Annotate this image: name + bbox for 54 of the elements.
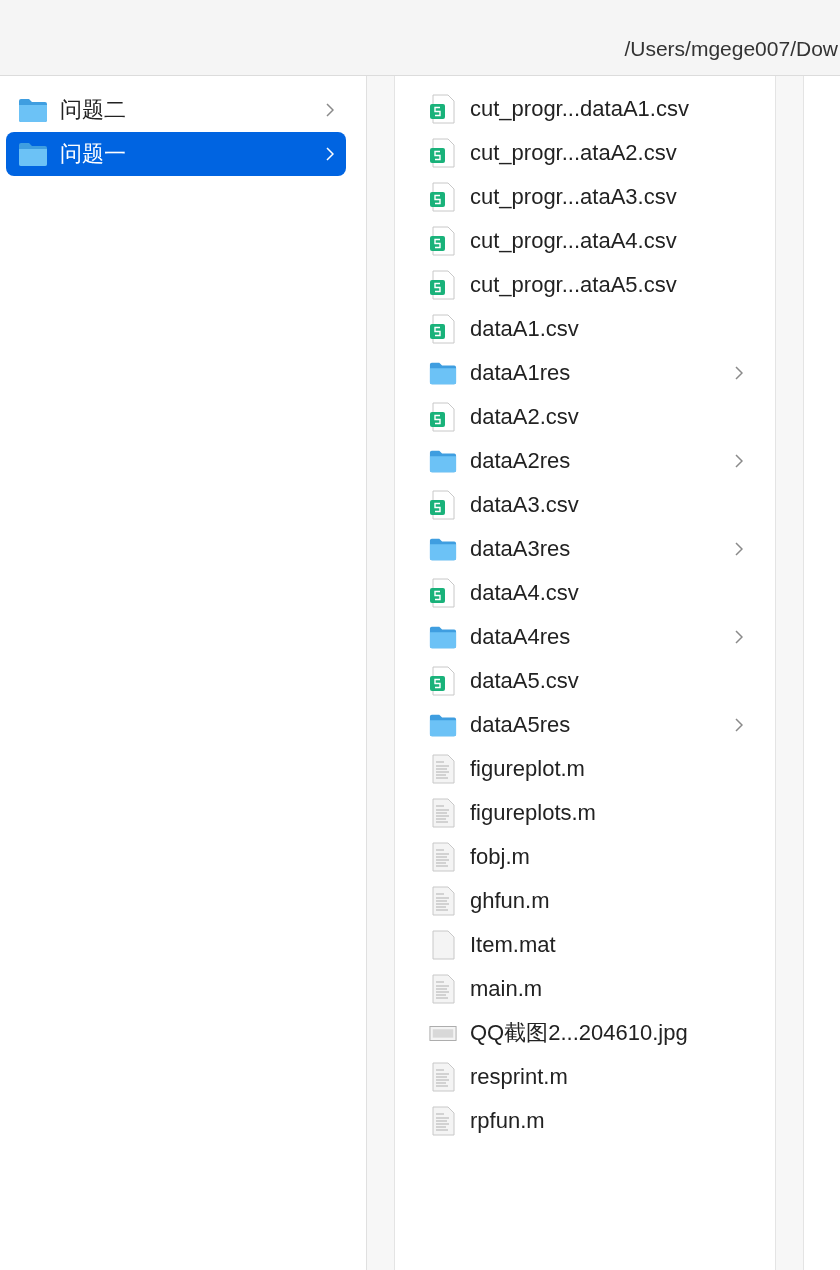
file-name[interactable]: figureplots.m (470, 800, 743, 826)
file-name[interactable]: dataA4res (470, 624, 735, 650)
file-name[interactable]: dataA1.csv (470, 316, 743, 342)
spreadsheet-file-icon (429, 490, 457, 520)
text-file-icon (429, 754, 457, 784)
text-file-icon (429, 974, 457, 1004)
file-name[interactable]: rpfun.m (470, 1108, 743, 1134)
chevron-icon (735, 718, 743, 732)
chevron-icon (735, 630, 743, 644)
file-name[interactable]: figureplot.m (470, 756, 743, 782)
folder-icon (18, 97, 48, 123)
folder-item[interactable]: 问题二 (6, 88, 346, 132)
spreadsheet-file-icon (429, 402, 457, 432)
spreadsheet-file-icon (429, 94, 457, 124)
file-name[interactable]: cut_progr...ataA5.csv (470, 272, 743, 298)
chevron-icon (735, 542, 743, 556)
file-name[interactable]: dataA2res (470, 448, 735, 474)
file-name[interactable]: dataA5res (470, 712, 735, 738)
spreadsheet-file-icon (429, 138, 457, 168)
folder-item[interactable]: 问题一 (6, 132, 346, 176)
file-name[interactable]: cut_progr...dataA1.csv (470, 96, 743, 122)
chevron-icon (735, 454, 743, 468)
text-file-icon (429, 1106, 457, 1136)
text-file-icon (429, 798, 457, 828)
file-name[interactable]: dataA5.csv (470, 668, 743, 694)
file-name[interactable]: cut_progr...ataA3.csv (470, 184, 743, 210)
file-name[interactable]: cut_progr...ataA4.csv (470, 228, 743, 254)
file-name[interactable]: dataA1res (470, 360, 735, 386)
spreadsheet-file-icon (429, 578, 457, 608)
text-file-icon (429, 886, 457, 916)
file-name[interactable]: cut_progr...ataA2.csv (470, 140, 743, 166)
file-name[interactable]: dataA2.csv (470, 404, 743, 430)
file-name[interactable]: fobj.m (470, 844, 743, 870)
file-name[interactable]: dataA3.csv (470, 492, 743, 518)
spreadsheet-file-icon (429, 666, 457, 696)
file-name[interactable]: main.m (470, 976, 743, 1002)
file-name[interactable]: dataA4.csv (470, 580, 743, 606)
chevron-icon (326, 147, 334, 161)
file-name[interactable]: Item.mat (470, 932, 743, 958)
text-file-icon (429, 842, 457, 872)
text-file-icon (429, 1062, 457, 1092)
file-icon (429, 930, 457, 960)
file-name[interactable]: QQ截图2...204610.jpg (470, 1018, 743, 1048)
spreadsheet-file-icon (429, 314, 457, 344)
spreadsheet-file-icon (429, 182, 457, 212)
path-label: /Users/mgege007/Dow (624, 37, 838, 61)
folder-icon (18, 141, 48, 167)
chevron-icon (735, 366, 743, 380)
file-name[interactable]: resprint.m (470, 1064, 743, 1090)
file-name[interactable]: ghfun.m (470, 888, 743, 914)
file-name[interactable]: dataA3res (470, 536, 735, 562)
spreadsheet-file-icon (429, 226, 457, 256)
chevron-icon (326, 103, 334, 117)
spreadsheet-file-icon (429, 270, 457, 300)
